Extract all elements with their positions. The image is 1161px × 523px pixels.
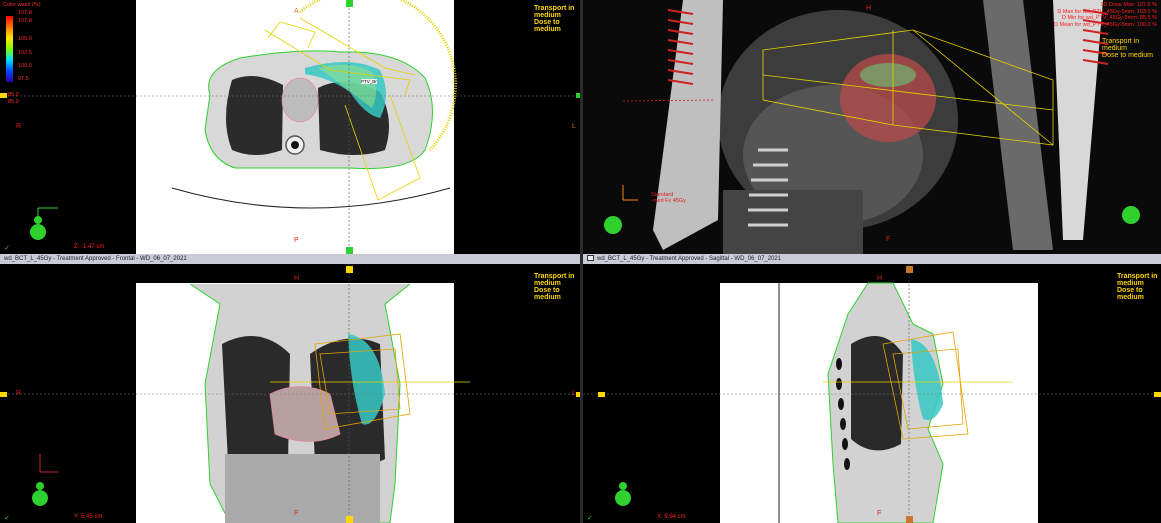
check-icon: ✓ [4, 245, 10, 252]
orientation-anterior: A [294, 8, 299, 15]
frontal-title-text: wd_BCT_L_45Gy - Treatment Approved - Fro… [4, 256, 187, 262]
structure-label: PTV_Br [361, 79, 377, 84]
sagittal-transport-line-2: medium [1117, 280, 1144, 287]
axial-right-handle[interactable] [576, 93, 580, 98]
3d-view[interactable]: 3D Dose Max: 107.8 % D Max for wd_PTV_45… [583, 0, 1161, 254]
axial-top-handle[interactable] [346, 0, 353, 7]
d-mean: D Mean for wd_PTV_45Gy-5mm: 100.0 % [1053, 21, 1157, 28]
frontal-transport-line-1: Transport in [534, 273, 575, 280]
legend-stop-0: 107.8 [18, 10, 32, 16]
dose-statistics: 3D Dose Max: 107.8 % D Max for wd_PTV_45… [1054, 2, 1157, 28]
3d-transport-line-3: Dose to medium [1102, 52, 1153, 59]
sagittal-view[interactable]: Transport in medium Dose to medium H F ✓… [583, 264, 1161, 523]
sagittal-check-icon: ✓ [587, 515, 593, 522]
legend-title: Color wash (%) [3, 2, 41, 8]
legend-min: 85.0 [8, 92, 19, 98]
orientation-left: L [572, 123, 576, 130]
3d-render [583, 0, 1161, 254]
frontal-transport-note: Transport in medium Dose to medium [534, 273, 580, 301]
frontal-titlebar[interactable]: wd_BCT_L_45Gy - Treatment Approved - Fro… [0, 254, 580, 264]
3d-orientation-foot: F [886, 236, 891, 243]
axial-bottom-handle[interactable] [346, 247, 353, 254]
frontal-orientation-right: R [16, 390, 22, 397]
sagittal-overlay [583, 264, 1161, 523]
frontal-view[interactable]: Transport in medium Dose to medium H F R… [0, 264, 580, 523]
frontal-overlay [0, 264, 580, 523]
legend-stop-5: 97.5 [18, 76, 29, 82]
d-min: D Min for wd_PTV_45Gy-5mm: 85.5 % [1061, 15, 1157, 21]
sagittal-titlebar[interactable]: wd_BCT_L_45Gy - Treatment Approved - Sag… [583, 254, 1161, 264]
frontal-top-handle[interactable] [346, 266, 353, 273]
frontal-bottom-handle[interactable] [346, 516, 353, 523]
orientation-right: R [16, 123, 22, 130]
frontal-check-icon: ✓ [4, 515, 10, 522]
transport-line-1: Transport in [534, 5, 575, 12]
legend-stop-1: 107.8 [18, 18, 32, 24]
legend-sub: 85.0 [8, 99, 19, 105]
legend-stop-3: 102.5 [18, 50, 32, 56]
axial-view[interactable]: Color wash (%) 107.8 107.8 105.0 102.5 1… [0, 0, 580, 254]
legend-stop-2: 105.0 [18, 36, 32, 42]
sagittal-right-handle[interactable] [1154, 392, 1161, 397]
z-readout: Z: -1.47 cm [74, 244, 105, 250]
sagittal-transport-line-1: Transport in [1117, 273, 1158, 280]
frontal-orientation-head: H [294, 275, 300, 282]
3d-annotation: Standard -med Fx 45Gy [651, 192, 686, 204]
axial-overlay [0, 0, 580, 254]
frontal-left-handle[interactable] [0, 392, 7, 397]
transport-line-3: Dose to medium [534, 19, 561, 33]
transport-note: Transport in medium Dose to medium [534, 5, 580, 33]
axial-left-handle[interactable] [0, 93, 7, 98]
orientation-posterior: P [294, 237, 299, 244]
3d-orientation-head: H [866, 5, 872, 12]
window-restore-icon[interactable] [587, 255, 594, 262]
frontal-transport-line-3: Dose to medium [534, 287, 561, 301]
legend-stop-4: 100.0 [18, 63, 32, 69]
frontal-transport-line-2: medium [534, 280, 561, 287]
transport-line-2: medium [534, 12, 561, 19]
3d-transport-note: Transport in medium Dose to medium [1102, 38, 1153, 59]
color-wash-legend: Color wash (%) [3, 2, 41, 9]
color-bar [6, 16, 13, 82]
frontal-right-handle[interactable] [576, 392, 580, 397]
3d-annotation-line-2: -med Fx 45Gy [651, 198, 686, 204]
sagittal-transport-line-3: Dose to medium [1117, 287, 1144, 301]
sagittal-orientation-head: H [877, 275, 883, 282]
sagittal-left-handle[interactable] [598, 392, 605, 397]
3d-transport-line-1: Transport in [1102, 38, 1140, 45]
sagittal-title-text: wd_BCT_L_45Gy - Treatment Approved - Sag… [597, 256, 782, 262]
3d-transport-line-2: medium [1102, 45, 1127, 52]
sagittal-bottom-handle[interactable] [906, 516, 913, 523]
sagittal-transport-note: Transport in medium Dose to medium [1117, 273, 1161, 301]
x-readout: X: 9.94 cm [657, 514, 686, 520]
frontal-orientation-foot: F [294, 510, 299, 517]
sagittal-top-handle[interactable] [906, 266, 913, 273]
sagittal-orientation-foot: F [877, 510, 882, 517]
y-readout: Y: 5.45 cm [74, 514, 103, 520]
